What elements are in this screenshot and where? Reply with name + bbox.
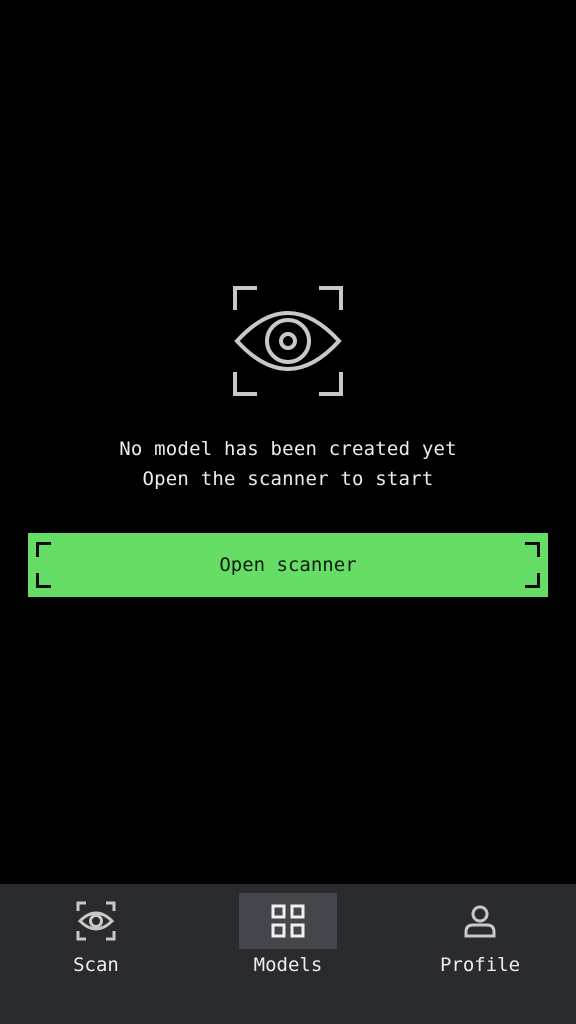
- nav-label-models: Models: [253, 954, 323, 976]
- grid-icon: [271, 904, 305, 938]
- nav-item-scan[interactable]: Scan: [0, 884, 192, 994]
- user-icon: [464, 905, 496, 938]
- open-scanner-button[interactable]: Open scanner: [28, 533, 548, 597]
- nav-icon-container: [47, 893, 145, 949]
- open-scanner-label: Open scanner: [219, 554, 357, 576]
- nav-item-models[interactable]: Models: [192, 884, 384, 994]
- empty-state-line-2: Open the scanner to start: [142, 468, 434, 490]
- main-content: No model has been created yet Open the s…: [0, 0, 576, 884]
- empty-state-line-1: No model has been created yet: [119, 438, 457, 460]
- nav-label-scan: Scan: [73, 954, 119, 976]
- scan-eye-icon: [233, 286, 343, 396]
- nav-item-profile[interactable]: Profile: [384, 884, 576, 994]
- scan-eye-icon: [76, 901, 116, 941]
- empty-state-message: No model has been created yet Open the s…: [0, 434, 576, 494]
- nav-label-profile: Profile: [439, 954, 521, 976]
- nav-icon-container-active: [239, 893, 337, 949]
- nav-icon-container: [431, 893, 529, 949]
- bottom-navigation: Scan Models Profile: [0, 884, 576, 1024]
